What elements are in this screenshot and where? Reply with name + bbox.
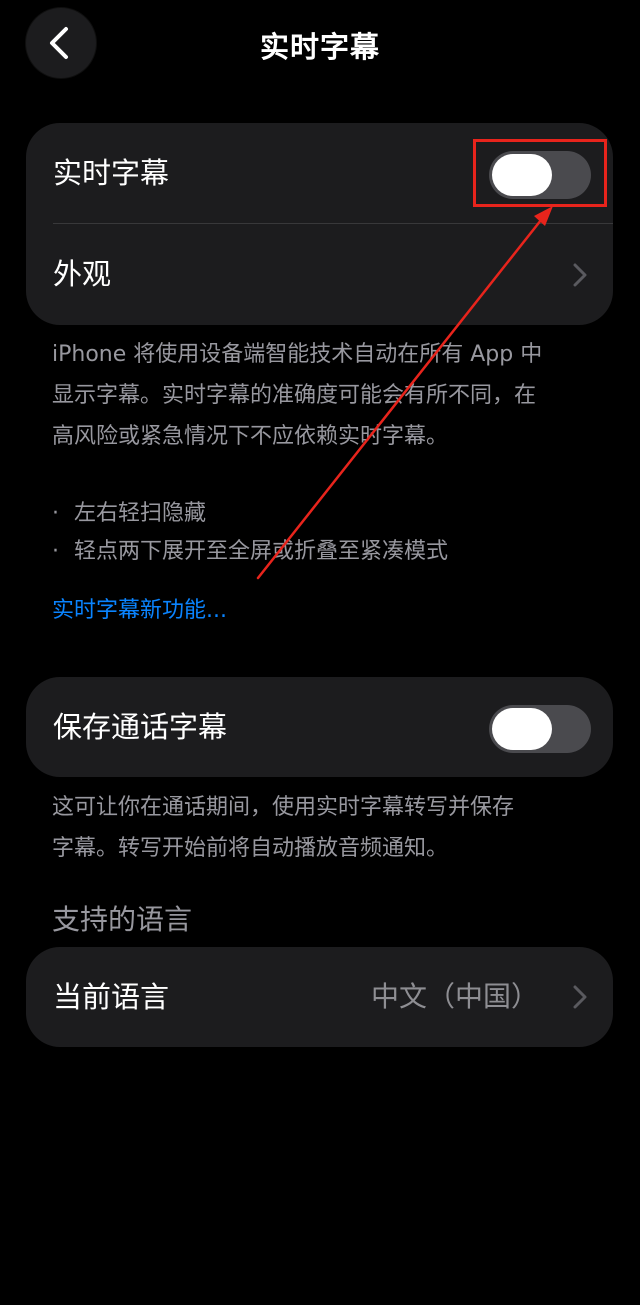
annotation-arrow-icon <box>256 206 553 580</box>
